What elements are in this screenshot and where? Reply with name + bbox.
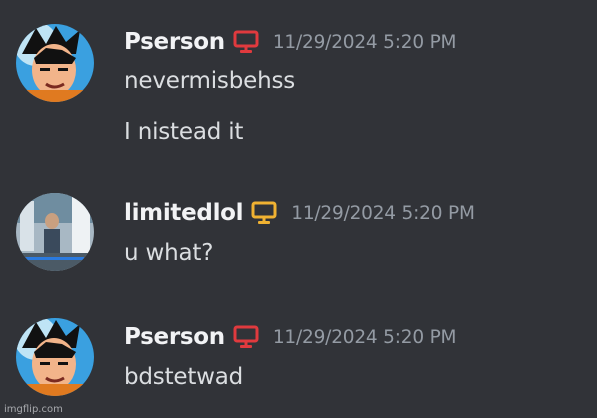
message-text: bdstetwad: [124, 364, 244, 390]
monitor-icon: [233, 325, 259, 349]
avatar[interactable]: [16, 24, 94, 102]
username[interactable]: Pserson: [124, 29, 225, 55]
timestamp: 11/29/2024 5:20 PM: [272, 31, 457, 53]
monitor-icon: [233, 30, 259, 54]
username[interactable]: Pserson: [124, 324, 225, 350]
timestamp: 11/29/2024 5:20 PM: [272, 326, 457, 348]
message-header: Pserson 11/29/2024 5:20 PM: [124, 27, 457, 57]
monitor-icon: [251, 201, 277, 225]
avatar-image: [16, 318, 94, 396]
message-text: nevermisbehss: [124, 68, 296, 94]
watermark: imgflip.com: [4, 404, 63, 415]
message-header: limitedlol 11/29/2024 5:20 PM: [124, 198, 475, 228]
message-text: u what?: [124, 240, 214, 266]
avatar-image: [16, 24, 94, 102]
message-text: I nistead it: [124, 119, 244, 145]
avatar[interactable]: [16, 318, 94, 396]
username[interactable]: limitedlol: [124, 200, 244, 226]
avatar-image: [16, 193, 94, 271]
message-header: Pserson 11/29/2024 5:20 PM: [124, 322, 457, 352]
avatar[interactable]: [16, 193, 94, 271]
timestamp: 11/29/2024 5:20 PM: [291, 202, 475, 224]
